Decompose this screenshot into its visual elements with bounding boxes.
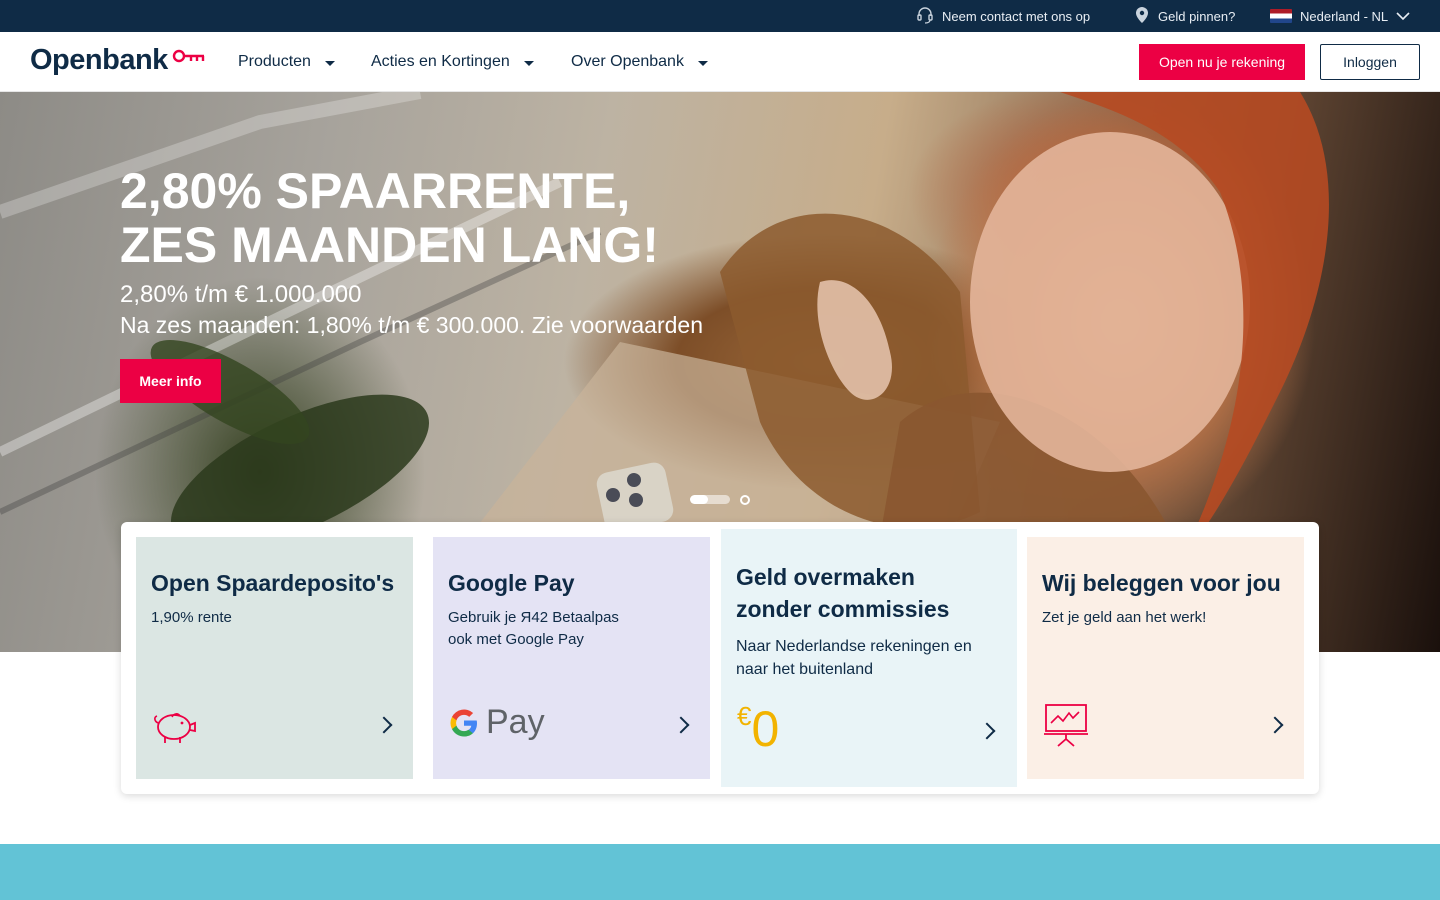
hero-subtitle-2: Na zes maanden: 1,80% t/m € 300.000. Zie… (120, 312, 704, 338)
card-title: Google Pay (448, 570, 575, 596)
hero-title-line-2: ZES MAANDEN LANG! (120, 217, 659, 273)
nav-products[interactable]: Producten (238, 32, 335, 92)
top-utility-bar: Neem contact met ons op Geld pinnen? Ned… (0, 0, 1440, 32)
carousel-dot[interactable] (740, 495, 750, 505)
netherlands-flag-icon (1270, 9, 1292, 23)
atm-label: Geld pinnen? (1158, 8, 1236, 24)
language-label: Nederland - NL (1300, 8, 1389, 24)
card-google-pay[interactable]: Google Pay Gebruik je Я42 Betaalpas ook … (433, 537, 710, 779)
more-info-button[interactable]: Meer info (120, 359, 221, 403)
atm-link[interactable]: Geld pinnen? (1134, 0, 1235, 32)
card-text: 1,90% rente (151, 609, 232, 626)
nav-promotions[interactable]: Acties en Kortingen (371, 32, 534, 92)
language-selector[interactable]: Nederland - NL (1270, 0, 1410, 32)
amount: 0 (751, 701, 780, 757)
card-title-line-2: zonder commissies (736, 596, 950, 622)
pay-text: Pay (486, 703, 545, 741)
card-title-line-1: Geld overmaken (736, 564, 915, 590)
hero-title: 2,80% SPAARRENTE, ZES MAANDEN LANG! (120, 164, 820, 272)
card-transfers[interactable]: Geld overmaken zonder commissies Naar Ne… (721, 529, 1017, 787)
headset-icon (916, 6, 934, 27)
card-text: Zet je geld aan het werk! (1042, 609, 1207, 626)
nav-products-label: Producten (238, 53, 311, 70)
caret-down-icon (523, 60, 534, 66)
contact-label: Neem contact met ons op (942, 8, 1091, 24)
card-text-line-1: Naar Nederlandse rekeningen en (736, 638, 972, 655)
carousel-dot-active[interactable] (690, 495, 730, 504)
card-title: Open Spaardeposito's (151, 570, 395, 596)
bottom-teal-section (0, 844, 1440, 900)
chevron-right-icon (672, 716, 690, 734)
key-icon (172, 49, 206, 72)
chevron-right-icon (375, 716, 393, 734)
product-cards-panel: Open Spaardeposito's 1,90% rente Google … (121, 522, 1319, 794)
nav-about[interactable]: Over Openbank (571, 32, 708, 92)
login-button[interactable]: Inloggen (1320, 44, 1420, 80)
location-pin-icon (1134, 6, 1150, 27)
main-header: Openbank Producten Acties en Kortingen O… (0, 32, 1440, 92)
logo-text: Openbank (30, 44, 168, 76)
nav-about-label: Over Openbank (571, 53, 684, 70)
zero-euro-icon: € 0 (737, 701, 779, 757)
card-investing[interactable]: Wij beleggen voor jou Zet je geld aan he… (1027, 537, 1304, 779)
hero-subtitle-1: 2,80% t/m € 1.000.000 (120, 281, 362, 308)
open-account-button[interactable]: Open nu je rekening (1139, 44, 1305, 80)
presentation-chart-icon (1043, 703, 1089, 752)
card-text-line-2: naar het buitenland (736, 661, 873, 678)
nav-promotions-label: Acties en Kortingen (371, 53, 510, 70)
card-title: Wij beleggen voor jou (1042, 570, 1281, 596)
openbank-logo[interactable]: Openbank (30, 44, 206, 77)
currency-symbol: € (737, 701, 752, 731)
google-pay-logo: Pay (448, 703, 545, 742)
chevron-right-icon (978, 722, 996, 740)
card-text-line-2: ook met Google Pay (448, 631, 584, 648)
google-g-icon (450, 709, 477, 736)
caret-down-icon (697, 60, 708, 66)
hero-title-line-1: 2,80% SPAARRENTE, (120, 163, 631, 219)
card-savings-deposit[interactable]: Open Spaardeposito's 1,90% rente (136, 537, 413, 779)
contact-link[interactable]: Neem contact met ons op (916, 0, 1090, 32)
chevron-down-icon (1396, 9, 1410, 24)
card-text-line-1: Gebruik je Я42 Betaalpas (448, 609, 619, 626)
caret-down-icon (324, 60, 335, 66)
piggy-bank-icon (152, 705, 198, 750)
chevron-right-icon (1266, 716, 1284, 734)
